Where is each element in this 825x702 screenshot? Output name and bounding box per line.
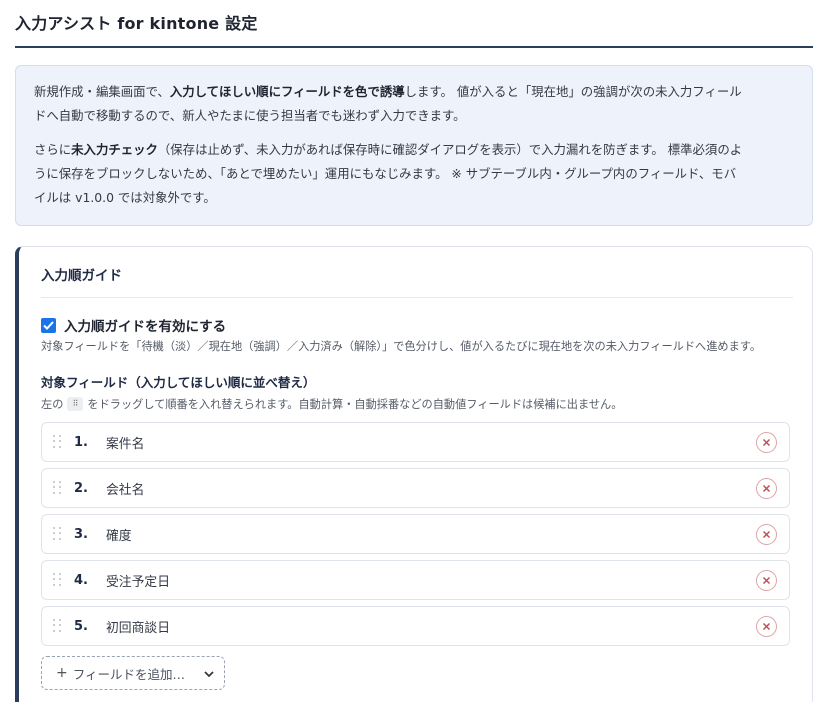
target-fields-help: 左の ⠿ をドラッグして順番を入れ替えられます。自動計算・自動採番などの自動値フ… xyxy=(41,396,622,412)
enable-guide-help: 対象フィールドを「待機（淡）／現在地（強調）／入力済み（解除）」で色分けし、値が… xyxy=(41,340,762,353)
close-icon xyxy=(762,622,771,631)
close-icon xyxy=(762,530,771,539)
field-name: 会社名 xyxy=(106,482,145,498)
help-text-after: をドラッグして順番を入れ替えられます。自動計算・自動採番などの自動値フィールドは… xyxy=(87,398,623,411)
field-name: 受注予定日 xyxy=(106,574,170,590)
intro-text: します。 値が入ると「現在地」の強調が次の未入力フィール xyxy=(404,84,742,99)
input-order-guide-card: 入力順ガイド 入力順ガイドを有効にする 対象フィールドを「待機（淡）／現在地（強… xyxy=(15,246,813,702)
field-order-number: 3. xyxy=(74,526,88,542)
intro-text: 新規作成・編集画面で、 xyxy=(34,84,170,99)
intro-text: （保存は止めず、未入力があれば保存時に確認ダイアログを表示）で入力漏れを防ぎます… xyxy=(157,142,743,157)
drag-handle-icon[interactable] xyxy=(53,527,63,541)
target-field-list: 1. 案件名 2. 会社名 3. 確度 4. 受注予定日 5. 初回商談日 xyxy=(41,422,790,652)
enable-guide-row[interactable]: 入力順ガイドを有効にする xyxy=(41,315,226,335)
field-row[interactable]: 1. 案件名 xyxy=(41,422,790,462)
add-field-dropdown[interactable]: + フィールドを追加… xyxy=(41,656,225,690)
drag-handle-icon[interactable] xyxy=(53,619,63,633)
field-order-number: 4. xyxy=(74,572,88,588)
remove-field-button[interactable] xyxy=(756,524,777,545)
intro-text: うに保存をブロックしないため、「あとで埋めたい」運用にもなじみます。 ※ サブテ… xyxy=(34,166,737,181)
field-row[interactable]: 5. 初回商談日 xyxy=(41,606,790,646)
enable-guide-checkbox[interactable] xyxy=(41,317,56,333)
field-name: 案件名 xyxy=(106,436,145,452)
target-fields-label: 対象フィールド（入力してほしい順に並べ替え） xyxy=(41,375,316,390)
page-title: 入力アシスト for kintone 設定 xyxy=(15,14,258,33)
drag-handle-icon[interactable] xyxy=(53,435,63,449)
title-divider xyxy=(15,46,813,48)
close-icon xyxy=(762,576,771,585)
chevron-down-icon xyxy=(204,671,214,678)
check-icon xyxy=(43,320,54,330)
intro-box: 新規作成・編集画面で、入力してほしい順にフィールドを色で誘導します。 値が入ると… xyxy=(15,65,813,226)
drag-handle-icon: ⠿ xyxy=(67,397,84,411)
help-text-before: 左の xyxy=(41,398,64,411)
remove-field-button[interactable] xyxy=(756,478,777,499)
close-icon xyxy=(762,484,771,493)
intro-emphasis: 入力してほしい順にフィールドを色で誘導 xyxy=(169,84,405,99)
enable-guide-label[interactable]: 入力順ガイドを有効にする xyxy=(64,315,226,335)
field-order-number: 1. xyxy=(74,434,88,450)
intro-paragraph-1: 新規作成・編集画面で、入力してほしい順にフィールドを色で誘導します。 値が入ると… xyxy=(34,80,794,128)
intro-text: ドへ自動で移動するので、新人やたまに使う担当者でも迷わず入力できます。 xyxy=(34,108,466,123)
card-divider xyxy=(41,297,793,298)
intro-text: イルは v1.0.0 では対象外です。 xyxy=(34,190,216,205)
drag-handle-icon[interactable] xyxy=(53,481,63,495)
field-order-number: 2. xyxy=(74,480,88,496)
field-row[interactable]: 2. 会社名 xyxy=(41,468,790,508)
remove-field-button[interactable] xyxy=(756,570,777,591)
field-name: 初回商談日 xyxy=(106,620,170,636)
plus-icon: + xyxy=(56,665,68,681)
remove-field-button[interactable] xyxy=(756,616,777,637)
add-field-label: フィールドを追加… xyxy=(72,666,185,682)
close-icon xyxy=(762,438,771,447)
field-row[interactable]: 4. 受注予定日 xyxy=(41,560,790,600)
card-title: 入力順ガイド xyxy=(41,268,122,284)
intro-emphasis: 未入力チェック xyxy=(71,142,158,157)
field-order-number: 5. xyxy=(74,618,88,634)
field-row[interactable]: 3. 確度 xyxy=(41,514,790,554)
intro-text: さらに xyxy=(34,142,72,157)
field-name: 確度 xyxy=(106,528,132,544)
drag-handle-icon[interactable] xyxy=(53,573,63,587)
intro-paragraph-2: さらに未入力チェック（保存は止めず、未入力があれば保存時に確認ダイアログを表示）… xyxy=(34,138,794,210)
remove-field-button[interactable] xyxy=(756,432,777,453)
